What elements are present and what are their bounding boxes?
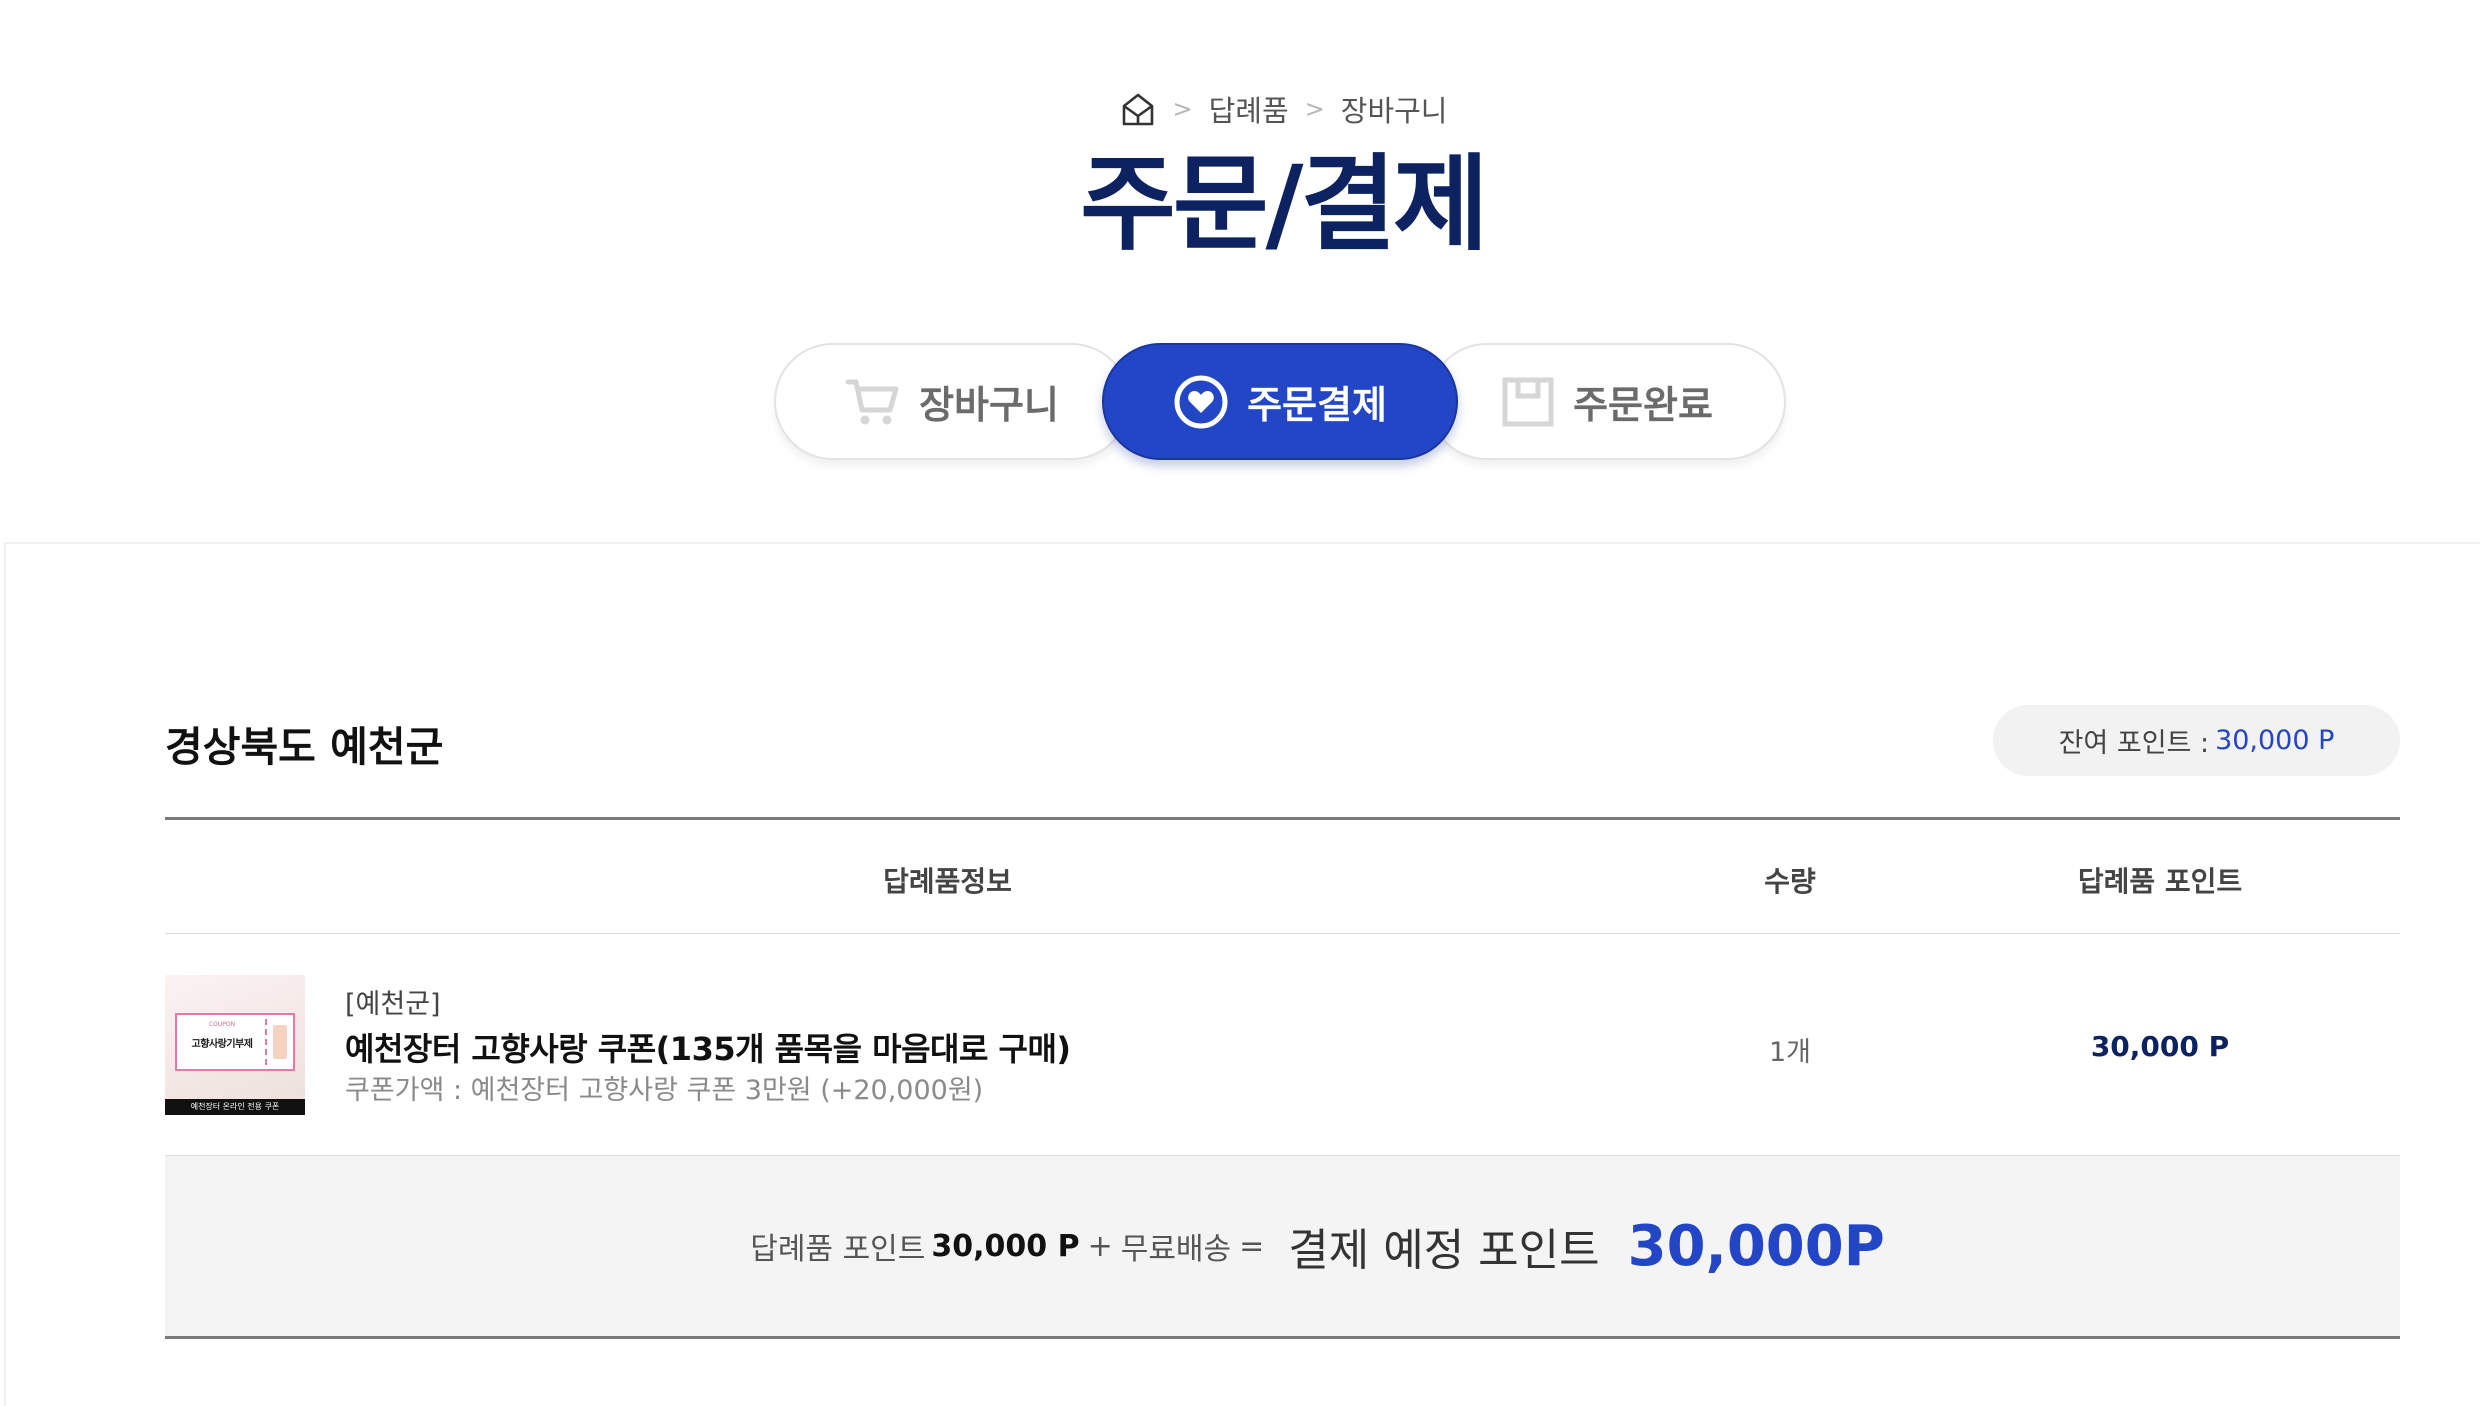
product-region: [예천군] bbox=[345, 989, 441, 1020]
box-icon bbox=[1501, 376, 1555, 428]
summary-shipping: 무료배송 bbox=[1120, 1232, 1232, 1267]
summary-equals: = bbox=[1239, 1228, 1265, 1264]
remaining-points-badge: 잔여 포인트 : 30,000 P bbox=[1993, 705, 2400, 776]
product-quantity: 1개 bbox=[1768, 1037, 1812, 1068]
remaining-points-label: 잔여 포인트 : bbox=[2058, 728, 2210, 759]
chevron-right-icon: > bbox=[1172, 95, 1193, 123]
home-icon[interactable] bbox=[1119, 90, 1157, 128]
step-label: 주문완료 bbox=[1573, 383, 1713, 427]
summary-total-label: 결제 예정 포인트 bbox=[1288, 1225, 1600, 1276]
step-label: 장바구니 bbox=[919, 383, 1059, 427]
coupon-perforation bbox=[265, 1019, 267, 1065]
product-points: 30,000 P bbox=[2090, 1030, 2230, 1063]
coupon-label: COUPON bbox=[208, 1021, 236, 1028]
column-header-points: 답례품 포인트 bbox=[2077, 865, 2243, 898]
page-title: 주문/결제 bbox=[1080, 143, 1489, 265]
order-summary: 답례품 포인트 30,000 P + 무료배송 = 결제 예정 포인트 30,0… bbox=[165, 1156, 2400, 1339]
breadcrumb-item-cart[interactable]: 장바구니 bbox=[1341, 88, 1448, 130]
table-top-border bbox=[165, 817, 2400, 820]
chevron-right-icon: > bbox=[1304, 95, 1325, 123]
coupon-band-text: 예천장터 온라인 전용 쿠폰 bbox=[165, 1099, 305, 1115]
product-option: 쿠폰가액 : 예천장터 고향사랑 쿠폰 3만원 (+20,000원) bbox=[345, 1075, 984, 1106]
region-title: 경상북도 예천군 bbox=[165, 723, 444, 771]
product-thumbnail[interactable]: COUPON 고향사랑기부제 예천장터 온라인 전용 쿠폰 bbox=[165, 975, 305, 1115]
order-steps: 장바구니 주문완료 주문결제 bbox=[774, 343, 1792, 464]
remaining-points-value: 30,000 P bbox=[2215, 725, 2335, 756]
coupon-title: 고향사랑기부제 bbox=[191, 1039, 253, 1050]
step-payment[interactable]: 주문결제 bbox=[1102, 343, 1458, 460]
step-label: 주문결제 bbox=[1247, 383, 1387, 427]
table-header-divider bbox=[165, 933, 2400, 934]
column-header-info: 답례품정보 bbox=[883, 865, 1012, 898]
summary-goods-value: 30,000 P bbox=[931, 1228, 1080, 1264]
coupon-stub bbox=[273, 1025, 287, 1059]
summary-total-value: 30,000P bbox=[1627, 1213, 1885, 1279]
breadcrumb: > 답례품 > 장바구니 bbox=[0, 88, 2480, 130]
product-name[interactable]: 예천장터 고향사랑 쿠폰(135개 품목을 마음대로 구매) bbox=[345, 1024, 1071, 1070]
breadcrumb-item-goods[interactable]: 답례품 bbox=[1209, 88, 1289, 130]
cart-icon bbox=[845, 377, 901, 427]
summary-plus: + bbox=[1087, 1228, 1113, 1264]
summary-goods-label: 답례품 포인트 bbox=[750, 1232, 926, 1267]
coupon-image: COUPON 고향사랑기부제 bbox=[175, 1013, 295, 1071]
heart-circle-icon bbox=[1173, 374, 1229, 430]
column-header-qty: 수량 bbox=[1764, 865, 1816, 898]
step-cart[interactable]: 장바구니 bbox=[774, 343, 1130, 460]
step-complete[interactable]: 주문완료 bbox=[1428, 343, 1786, 460]
